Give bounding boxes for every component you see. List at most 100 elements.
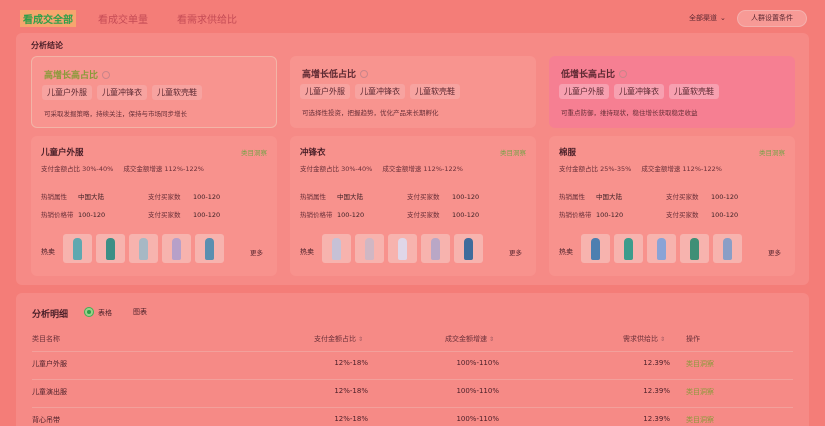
cell-category-name: 儿童户外服 (32, 360, 67, 368)
col-header-growth-label: 成交金额增速 (445, 335, 487, 343)
info-icon[interactable] (102, 71, 111, 79)
info-icon[interactable] (619, 70, 628, 78)
category-chip[interactable]: 儿童冲锋衣 (355, 84, 405, 99)
product-thumbnail[interactable] (162, 234, 191, 263)
product-thumbnail[interactable] (454, 234, 483, 263)
metric-value: 112%-122% (423, 165, 463, 173)
product-thumbnail[interactable] (322, 234, 351, 263)
top-bar: 看成交全部 看成交单量 看需求供给比 全部渠道 ⌄ 人群设置条件 (0, 0, 825, 34)
metric-label: 支付金额占比 (300, 165, 339, 173)
product-thumbnail[interactable] (713, 234, 742, 263)
col-header-ratio-label: 需求供给比 (623, 335, 658, 343)
category-insight-link[interactable]: 类目洞察 (500, 147, 526, 157)
info-icon[interactable] (360, 70, 369, 78)
attr-row: 热销价格带 100-120 支付买家数 100-120 (41, 209, 263, 219)
product-figure (464, 238, 473, 260)
view-chart-label: 图表 (133, 308, 147, 316)
sort-icon[interactable]: ⇕ (358, 336, 363, 343)
metric-value: 112%-122% (164, 165, 204, 173)
view-table-label: 表格 (98, 309, 112, 317)
attr-value: 100-120 (711, 193, 739, 201)
attr-row: 热销价格带 100-120 支付买家数 100-120 (300, 209, 522, 219)
tab-deal-all[interactable]: 看成交全部 (20, 10, 76, 27)
product-thumbnail[interactable] (195, 234, 224, 263)
cell-share: 12%-18% (334, 415, 368, 423)
attr-value: 100-120 (193, 211, 221, 219)
cell-share: 12%-18% (334, 359, 368, 367)
summary-card-high-growth-high-share: 高增长高占比 儿童户外服 儿童冲锋衣 儿童软壳鞋 可采取发掘策略，持续关注，保持… (31, 56, 277, 128)
category-insight-link[interactable]: 类目洞察 (759, 147, 785, 157)
channel-label: 全部渠道 (689, 14, 717, 22)
product-thumbnail[interactable] (388, 234, 417, 263)
detail-title: 分析明细 (32, 310, 69, 320)
product-thumbnail[interactable] (614, 234, 643, 263)
cell-growth: 100%-110% (456, 415, 499, 423)
channel-select[interactable]: 全部渠道 ⌄ (689, 13, 726, 23)
attr-key: 热销价格带 (41, 211, 74, 219)
category-chip[interactable]: 儿童软壳鞋 (410, 84, 460, 99)
category-insight-link[interactable]: 类目洞察 (686, 359, 714, 369)
product-thumbnail[interactable] (129, 234, 158, 263)
product-thumbs (322, 234, 483, 263)
category-chip[interactable]: 儿童软壳鞋 (152, 85, 202, 100)
product-thumbnail[interactable] (63, 234, 92, 263)
detail-panel: 分析明细 表格 图表 类目名称 支付金额占比 ⇕ 成交金额增速 ⇕ 需求供给比 ⇕ 操… (16, 293, 809, 426)
product-thumbs (581, 234, 742, 263)
attr-key: 支付买家数 (148, 193, 181, 201)
category-chip[interactable]: 儿童户外服 (300, 84, 350, 99)
category-chip[interactable]: 儿童冲锋衣 (614, 84, 664, 99)
cell-share: 12%-18% (334, 387, 368, 395)
category-card: 儿童户外服 类目洞察支付金额占比 30%-40% 成交金额增速 112%-122% 热… (31, 136, 277, 276)
category-insight-link[interactable]: 类目洞察 (686, 387, 714, 397)
product-figure (139, 238, 148, 260)
attr-value: 中国大陆 (337, 193, 363, 201)
product-thumbnail[interactable] (96, 234, 125, 263)
col-header-share-label: 支付金额占比 (314, 335, 356, 343)
sort-icon[interactable]: ⇕ (660, 336, 665, 343)
product-figure (690, 238, 699, 260)
view-chart-radio[interactable]: 图表 (133, 307, 147, 317)
sort-icon[interactable]: ⇕ (489, 336, 494, 343)
product-thumbnail[interactable] (647, 234, 676, 263)
summary-title: 低增长高占比 (561, 70, 616, 80)
summary-title: 高增长高占比 (44, 71, 99, 81)
attr-row: 热销价格带 100-120 支付买家数 100-120 (559, 209, 781, 219)
category-insight-link[interactable]: 类目洞察 (686, 415, 714, 425)
category-insight-link[interactable]: 类目洞察 (241, 147, 267, 157)
product-figure (205, 238, 214, 260)
metric-label: 支付金额占比 (559, 165, 598, 173)
attr-key: 支付买家数 (407, 193, 440, 201)
hot-label: 热卖 (41, 248, 55, 256)
tab-demand-supply[interactable]: 看需求供给比 (177, 11, 237, 26)
radio-checked-icon (84, 307, 94, 317)
crowd-settings-button[interactable]: 人群设置条件 (737, 10, 807, 27)
product-thumbnail[interactable] (421, 234, 450, 263)
attr-value: 100-120 (78, 211, 106, 219)
category-chip[interactable]: 儿童冲锋衣 (97, 85, 147, 100)
category-chip[interactable]: 儿童软壳鞋 (669, 84, 719, 99)
metrics-row: 支付金额占比 30%-40% 成交金额增速 112%-122% (41, 163, 204, 173)
col-header-ratio[interactable]: 需求供给比 ⇕ (623, 334, 665, 344)
summary-title: 高增长低占比 (302, 70, 357, 80)
metric-value: 30%-40% (82, 165, 114, 173)
product-figure (172, 238, 181, 260)
product-thumbnail[interactable] (355, 234, 384, 263)
more-link[interactable]: 更多 (250, 247, 263, 257)
category-chip[interactable]: 儿童户外服 (42, 85, 92, 100)
tab-deal-count[interactable]: 看成交单量 (98, 11, 148, 26)
category-card: 棉服 类目洞察 支付金额占比 25%-35% 成交金额增速 112%-122% 热销属性… (549, 136, 795, 276)
col-header-growth[interactable]: 成交金额增速 ⇕ (445, 334, 494, 344)
attr-value: 100-120 (452, 193, 480, 201)
more-link[interactable]: 更多 (768, 247, 781, 257)
category-chip[interactable]: 儿童户外服 (559, 84, 609, 99)
col-header-share[interactable]: 支付金额占比 ⇕ (314, 334, 363, 344)
attr-row: 热销属性 中国大陆 支付买家数 100-120 (300, 191, 522, 201)
product-figure (723, 238, 732, 260)
product-thumbnail[interactable] (680, 234, 709, 263)
summary-desc: 可选择性投资，把握趋势，优化产品来长期孵化 (302, 109, 439, 117)
view-table-radio[interactable]: 表格 (84, 307, 112, 318)
category-name: 儿童户外服 (41, 148, 84, 158)
attr-value: 中国大陆 (596, 193, 622, 201)
more-link[interactable]: 更多 (509, 247, 522, 257)
product-thumbnail[interactable] (581, 234, 610, 263)
